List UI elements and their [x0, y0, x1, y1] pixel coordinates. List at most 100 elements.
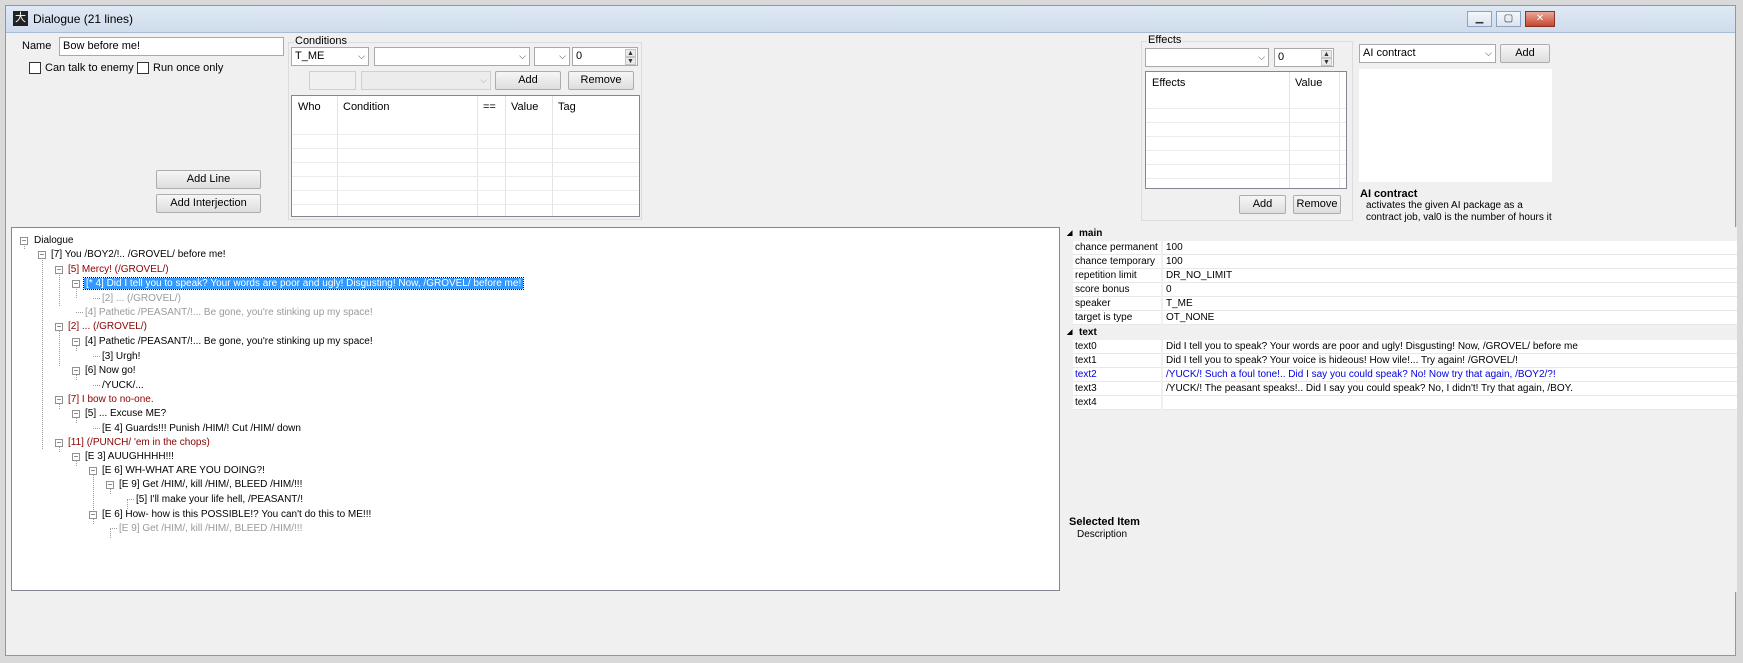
property-row[interactable]: score bonus 0 [1063, 283, 1737, 297]
effect-combo[interactable]: ⌵ [1145, 48, 1269, 67]
collapse-icon[interactable]: − [72, 338, 80, 346]
tree-node[interactable]: [7] I bow to no-one. [68, 393, 154, 406]
conditions-table[interactable]: Who Condition == Value Tag [291, 95, 640, 217]
run-once-only-checkbox[interactable] [137, 62, 149, 74]
maximize-button[interactable]: ▢ [1496, 11, 1521, 27]
tree-node[interactable]: [E 3] AUUGHHHH!!! [85, 450, 174, 463]
property-value[interactable]: T_ME [1163, 297, 1737, 311]
tree-node[interactable]: [3] Urgh! [102, 350, 140, 363]
collapse-icon[interactable]: − [72, 280, 80, 288]
spin-down-icon[interactable]: ▼ [625, 57, 636, 65]
collapse-icon[interactable]: − [72, 410, 80, 418]
collapse-icon[interactable]: − [89, 511, 97, 519]
tree-node[interactable]: [5] ... Excuse ME? [85, 407, 166, 420]
property-value[interactable]: Did I tell you to speak? Your words are … [1163, 340, 1737, 354]
tag-input[interactable] [309, 71, 356, 90]
property-value[interactable]: OT_NONE [1163, 311, 1737, 325]
name-input[interactable]: Bow before me! [59, 37, 284, 56]
collapse-icon[interactable]: − [72, 367, 80, 375]
collapse-icon[interactable]: − [55, 439, 63, 447]
condition-remove-button[interactable]: Remove [568, 71, 634, 90]
property-key: chance temporary [1075, 256, 1156, 267]
tree-node[interactable]: [E 6] WH-WHAT ARE YOU DOING?! [102, 464, 265, 477]
column-header-value[interactable]: Value [1289, 72, 1322, 94]
property-grid[interactable]: ◢ main chance permanent 100 chance tempora… [1063, 227, 1737, 592]
property-value[interactable] [1163, 396, 1737, 410]
tree-node[interactable]: [E 9] Get /HIM/, kill /HIM/, BLEED /HIM/… [119, 478, 302, 491]
tree-node[interactable]: [2] ... (/GROVEL/) [68, 320, 147, 333]
collapse-icon[interactable]: ◢ [1067, 326, 1072, 340]
column-header-who[interactable]: Who [292, 96, 321, 118]
collapse-icon[interactable]: ◢ [1067, 227, 1072, 241]
column-header-value[interactable]: Value [505, 96, 538, 118]
ai-list[interactable] [1359, 69, 1552, 182]
property-row[interactable]: chance permanent 100 [1063, 241, 1737, 255]
compare-combo[interactable]: ⌵ [534, 47, 570, 66]
property-value[interactable]: 100 [1163, 241, 1737, 255]
property-row[interactable]: text4 [1063, 396, 1737, 410]
collapse-icon[interactable]: − [89, 467, 97, 475]
condition-combo[interactable]: ⌵ [374, 47, 530, 66]
condition-option-combo[interactable]: ⌵ [361, 71, 491, 90]
effect-value-spinner[interactable]: 0 ▲ ▼ [1274, 48, 1334, 67]
tree-node[interactable]: [E 4] Guards!!! Punish /HIM/! Cut /HIM/ … [102, 422, 301, 435]
property-row[interactable]: speaker T_ME [1063, 297, 1737, 311]
effects-table[interactable]: Effects Value [1145, 71, 1347, 189]
tree-node[interactable]: [5] I'll make your life hell, /PEASANT/! [136, 493, 303, 506]
collapse-icon[interactable]: − [55, 323, 63, 331]
minimize-button[interactable]: ▁ [1467, 11, 1492, 27]
property-value[interactable]: DR_NO_LIMIT [1163, 269, 1737, 283]
category-text[interactable]: ◢ text [1063, 326, 1737, 340]
dialogue-tree[interactable]: − Dialogue − [7] You /BOY2/!.. /GROVEL/ … [11, 227, 1060, 591]
collapse-icon[interactable]: − [72, 453, 80, 461]
property-row[interactable]: text3/YUCK/! The peasant speaks!.. Did I… [1063, 382, 1737, 396]
category-main[interactable]: ◢ main [1063, 227, 1737, 241]
condition-value-spinner[interactable]: 0 ▲ ▼ [572, 47, 638, 66]
collapse-icon[interactable]: − [55, 396, 63, 404]
tree-node[interactable]: [4] Pathetic /PEASANT/!... Be gone, you'… [85, 306, 373, 319]
tree-root[interactable]: Dialogue [34, 234, 73, 247]
ai-package-combo[interactable]: AI contract ⌵ [1359, 44, 1496, 63]
tree-node[interactable]: [2] ... (/GROVEL/) [102, 292, 181, 305]
condition-add-button[interactable]: Add [495, 71, 561, 90]
tree-node[interactable]: [E 6] How- how is this POSSIBLE!? You ca… [102, 508, 371, 521]
effect-remove-button[interactable]: Remove [1293, 195, 1341, 214]
collapse-icon[interactable]: − [20, 237, 28, 245]
tree-node-selected[interactable]: [* 4] Did I tell you to speak? Your word… [82, 277, 525, 290]
collapse-icon[interactable]: − [38, 251, 46, 259]
property-value[interactable]: /YUCK/! Such a foul tone!.. Did I say yo… [1163, 368, 1737, 382]
property-value[interactable]: Did I tell you to speak? Your voice is h… [1163, 354, 1737, 368]
spin-up-icon[interactable]: ▲ [1321, 50, 1332, 58]
tree-node[interactable]: [6] Now go! [85, 364, 136, 377]
property-row[interactable]: target is type OT_NONE [1063, 311, 1737, 325]
tree-node[interactable]: [5] Mercy! (/GROVEL/) [68, 263, 169, 276]
who-combo[interactable]: T_ME ⌵ [291, 47, 369, 66]
add-interjection-button[interactable]: Add Interjection [156, 194, 261, 213]
tree-node[interactable]: [E 9] Get /HIM/, kill /HIM/, BLEED /HIM/… [119, 522, 302, 535]
collapse-icon[interactable]: − [106, 481, 114, 489]
property-row[interactable]: chance temporary 100 [1063, 255, 1737, 269]
property-row[interactable]: text0 Did I tell you to speak? Your words… [1063, 340, 1737, 354]
property-value[interactable]: /YUCK/! The peasant speaks!.. Did I say … [1163, 382, 1737, 396]
ai-add-button[interactable]: Add [1500, 44, 1550, 63]
spin-down-icon[interactable]: ▼ [1321, 58, 1332, 66]
spin-up-icon[interactable]: ▲ [625, 49, 636, 57]
tree-node[interactable]: /YUCK/... [102, 379, 144, 392]
property-value[interactable]: 0 [1163, 283, 1737, 297]
effect-add-button[interactable]: Add [1239, 195, 1286, 214]
close-button[interactable]: ✕ [1525, 11, 1555, 27]
property-row[interactable]: text2/YUCK/! Such a foul tone!.. Did I s… [1063, 368, 1737, 382]
column-header-tag[interactable]: Tag [552, 96, 576, 118]
column-header-condition[interactable]: Condition [337, 96, 389, 118]
tree-node[interactable]: [4] Pathetic /PEASANT/!... Be gone, you'… [85, 335, 373, 348]
column-header-effects[interactable]: Effects [1146, 72, 1185, 94]
collapse-icon[interactable]: − [55, 266, 63, 274]
property-value[interactable]: 100 [1163, 255, 1737, 269]
tree-node[interactable]: [7] You /BOY2/!.. /GROVEL/ before me! [51, 248, 226, 261]
tree-node[interactable]: [11] (/PUNCH/ 'em in the chops) [68, 436, 210, 449]
property-row[interactable]: text1 Did I tell you to speak? Your voice… [1063, 354, 1737, 368]
property-row[interactable]: repetition limit DR_NO_LIMIT [1063, 269, 1737, 283]
add-line-button[interactable]: Add Line [156, 170, 261, 189]
column-header-equals[interactable]: == [477, 96, 496, 118]
can-talk-to-enemy-checkbox[interactable] [29, 62, 41, 74]
